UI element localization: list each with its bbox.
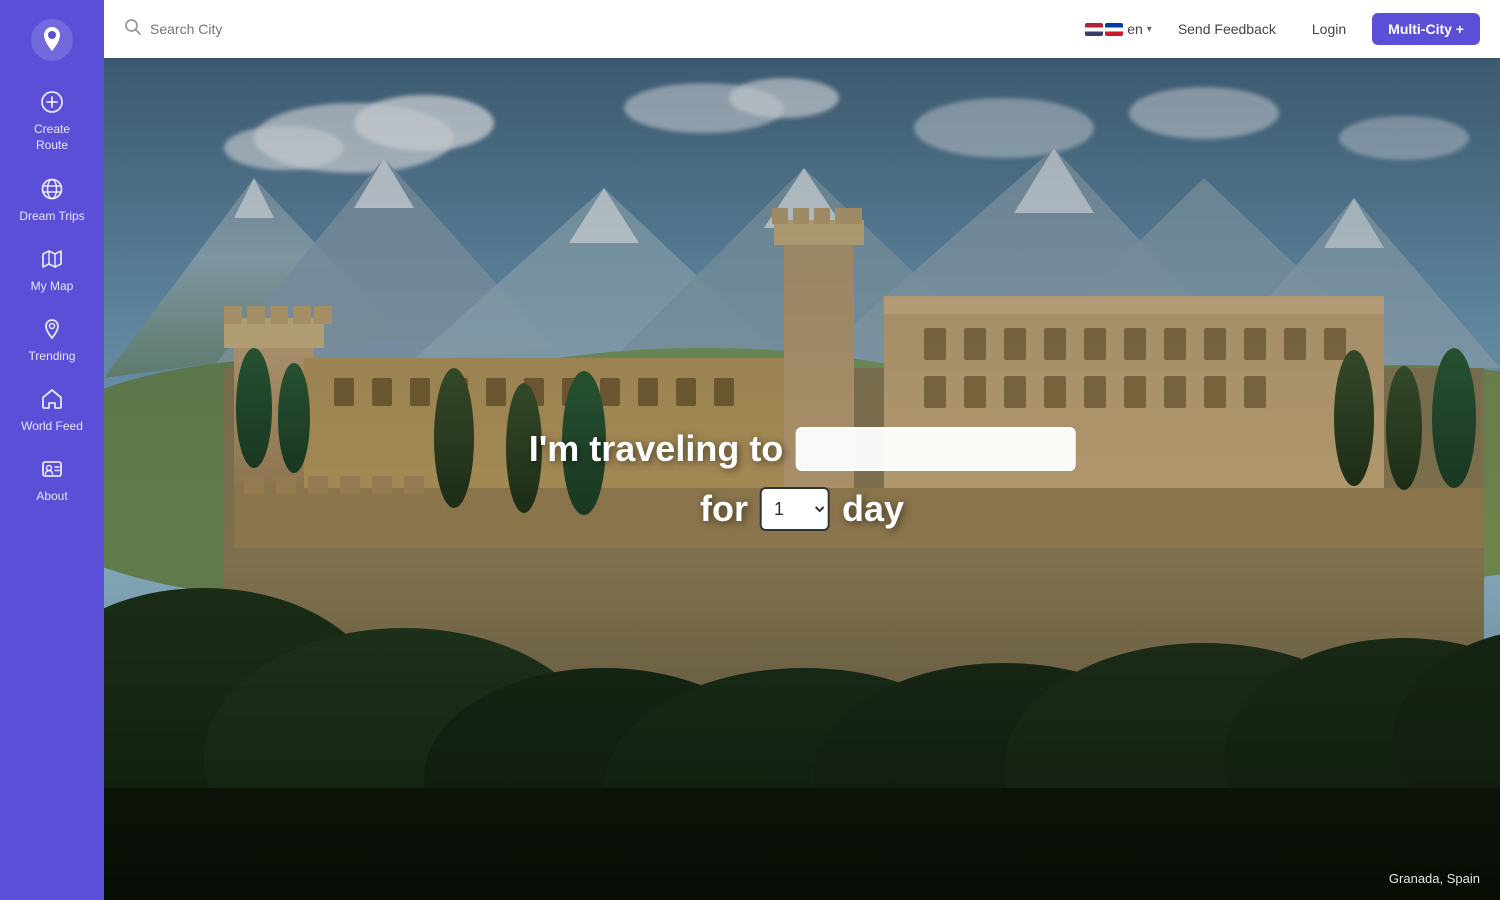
- day-text: day: [842, 488, 904, 530]
- flag-icons: [1085, 23, 1123, 36]
- location-icon: [40, 317, 64, 345]
- sidebar-item-label: World Feed: [21, 419, 83, 433]
- hero-section: I'm traveling to for 1 2 3 4 5 6 7 8 9 1…: [104, 58, 1500, 900]
- sidebar-item-trending[interactable]: Trending: [7, 305, 97, 375]
- search-container: [124, 18, 1073, 41]
- days-row: for 1 2 3 4 5 6 7 8 9 10 day: [700, 487, 904, 531]
- globe-icon: [40, 177, 64, 205]
- for-text: for: [700, 488, 748, 530]
- home-icon: [40, 387, 64, 415]
- sidebar-item-world-feed[interactable]: World Feed: [7, 375, 97, 445]
- city-search-input[interactable]: [795, 427, 1075, 471]
- sidebar-item-my-map[interactable]: My Map: [7, 235, 97, 305]
- person-card-icon: [40, 457, 64, 485]
- main-content: en ▾ Send Feedback Login Multi-City +: [104, 0, 1500, 900]
- sidebar-item-about[interactable]: About: [7, 445, 97, 515]
- sidebar-item-create-route[interactable]: Create Route: [7, 78, 97, 165]
- send-feedback-button[interactable]: Send Feedback: [1168, 15, 1286, 43]
- language-selector[interactable]: en ▾: [1085, 21, 1152, 37]
- header-right: en ▾ Send Feedback Login Multi-City +: [1085, 13, 1480, 45]
- traveling-row: I'm traveling to: [529, 427, 1076, 471]
- header: en ▾ Send Feedback Login Multi-City +: [104, 0, 1500, 58]
- sidebar-item-label: About: [36, 489, 67, 503]
- location-badge: Granada, Spain: [1389, 871, 1480, 886]
- search-input[interactable]: [150, 21, 390, 37]
- hero-content: I'm traveling to for 1 2 3 4 5 6 7 8 9 1…: [529, 427, 1076, 531]
- sidebar: Create Route Dream Trips My Map: [0, 0, 104, 900]
- lang-text: en: [1127, 21, 1143, 37]
- logo[interactable]: [24, 12, 80, 68]
- login-button[interactable]: Login: [1302, 15, 1356, 43]
- sidebar-item-label: Dream Trips: [19, 209, 84, 223]
- map-icon: [40, 247, 64, 275]
- multi-city-button[interactable]: Multi-City +: [1372, 13, 1480, 45]
- sidebar-item-label: My Map: [31, 279, 74, 293]
- sidebar-item-label: Create Route: [34, 122, 70, 153]
- chevron-down-icon: ▾: [1147, 24, 1152, 35]
- search-icon: [124, 18, 142, 41]
- sidebar-item-dream-trips[interactable]: Dream Trips: [7, 165, 97, 235]
- sidebar-item-label: Trending: [29, 349, 76, 363]
- im-traveling-text: I'm traveling to: [529, 428, 784, 470]
- days-select[interactable]: 1 2 3 4 5 6 7 8 9 10: [760, 487, 830, 531]
- plus-circle-icon: [40, 90, 64, 118]
